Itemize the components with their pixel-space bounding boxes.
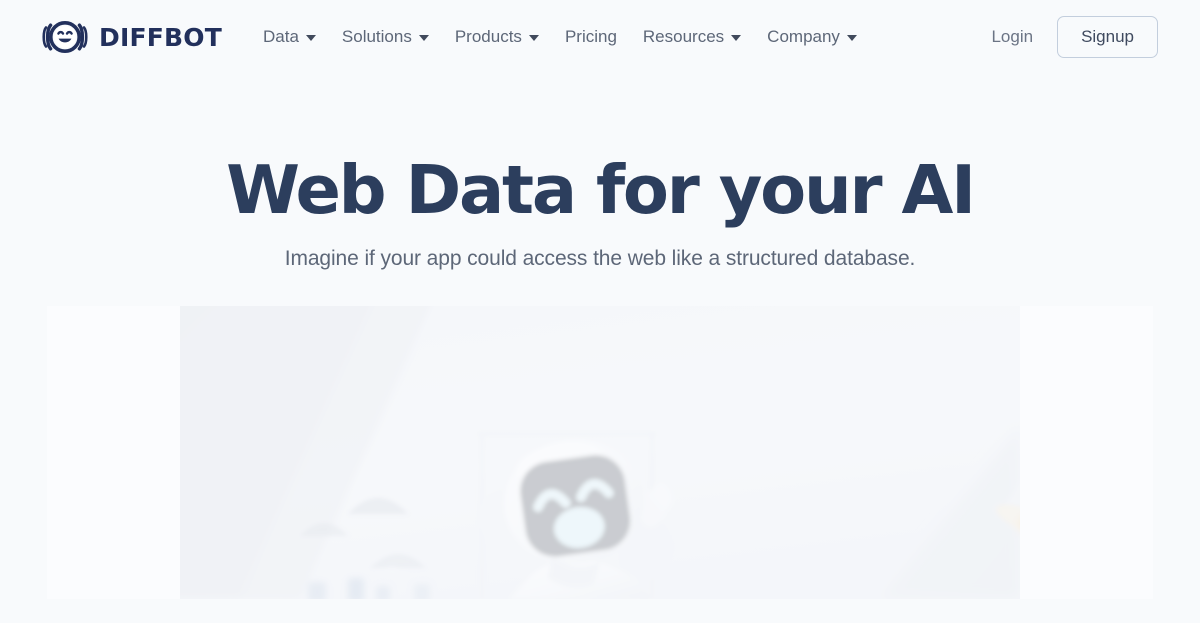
nav-label: Company [767, 26, 840, 46]
signup-button[interactable]: Signup [1057, 15, 1158, 59]
nav-item-resources[interactable]: Resources [630, 20, 754, 54]
hero-robot-image[interactable] [180, 306, 1020, 600]
header-account-actions: Login Signup [983, 15, 1158, 59]
chevron-down-icon [418, 35, 429, 41]
nav-label: Data [262, 26, 299, 46]
nav-item-data[interactable]: Data [250, 20, 329, 54]
nav-item-solutions[interactable]: Solutions [329, 20, 442, 54]
hero-media-panel [47, 306, 1153, 600]
hero-subtitle: Imagine if your app could access the web… [284, 246, 916, 270]
chevron-down-icon [528, 35, 539, 41]
brand-logo-link[interactable]: DIFFBOT [42, 19, 222, 55]
nav-label: Pricing [564, 26, 617, 46]
hero-text-block: Web Data for your AI Imagine if your app… [0, 74, 1200, 273]
chevron-down-icon [305, 35, 316, 41]
chevron-down-icon [731, 35, 742, 41]
chevron-down-icon [846, 35, 857, 41]
nav-label: Solutions [341, 26, 412, 46]
brand-wordmark: DIFFBOT [99, 22, 222, 52]
main-navigation: Data Solutions Products Pricing Resource… [250, 20, 870, 54]
nav-item-pricing[interactable]: Pricing [552, 20, 630, 54]
robot-face-logo-icon [42, 19, 88, 55]
nav-label: Products [454, 26, 522, 46]
login-link[interactable]: Login [983, 21, 1041, 53]
nav-item-company[interactable]: Company [754, 20, 870, 54]
hero-section: Web Data for your AI Imagine if your app… [0, 74, 1200, 600]
nav-label: Resources [642, 26, 725, 46]
page-title: Web Data for your AI [226, 151, 976, 229]
nav-item-products[interactable]: Products [442, 20, 552, 54]
site-header: DIFFBOT Data Solutions Products Pricing … [0, 0, 1200, 74]
